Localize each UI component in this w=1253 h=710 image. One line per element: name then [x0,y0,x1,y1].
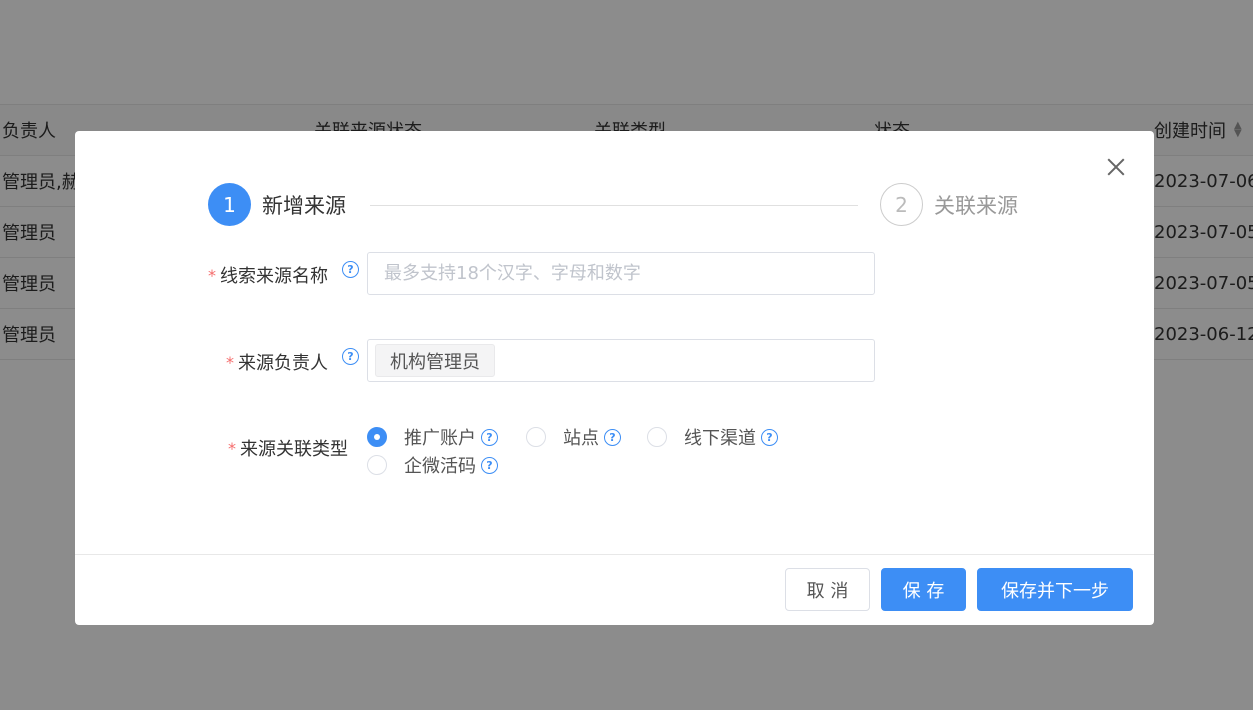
source-name-input[interactable] [368,253,874,294]
cancel-button[interactable]: 取 消 [785,568,870,611]
radio-offline-channel[interactable]: 线下渠道 ? [647,424,778,450]
link-type-label-text: 来源关联类型 [240,439,348,460]
step-2: 2 关联来源 [880,183,1018,226]
radio-button[interactable] [526,427,546,447]
question-circle-icon[interactable]: ? [604,428,621,446]
radio-label[interactable]: 线下渠道 [684,424,756,450]
radio-button[interactable] [367,427,387,447]
required-mark: * [226,352,234,372]
required-mark: * [228,438,236,458]
source-name-label-text: 线索来源名称 [220,266,328,287]
question-circle-icon[interactable]: ? [761,428,778,446]
question-circle-icon[interactable]: ? [342,348,359,365]
radio-label[interactable]: 企微活码 [404,452,476,478]
step-1-title: 新增来源 [262,193,346,218]
link-type-label: * 来源关联类型 [228,435,348,461]
question-circle-icon[interactable]: ? [342,261,359,278]
step-2-title: 关联来源 [934,193,1018,218]
page: 负责人 关联来源状态 关联类型 状态 创建时间 ▲▼ 管理员,赫 2023-07… [0,0,1253,710]
radio-button[interactable] [367,455,387,475]
save-button[interactable]: 保 存 [881,568,966,611]
radio-label[interactable]: 推广账户 [404,424,476,450]
dialog-footer-divider [75,554,1154,555]
question-circle-icon[interactable]: ? [481,456,498,474]
radio-site[interactable]: 站点 ? [526,424,621,450]
close-icon[interactable] [1106,157,1126,177]
add-source-dialog: 1 新增来源 2 关联来源 * 线索来源名称 ? * 来源负责人 ? 机构管理员… [75,131,1154,625]
step-1: 1 新增来源 [208,183,346,226]
radio-button[interactable] [647,427,667,447]
source-owner-label: * 来源负责人 [226,349,328,375]
step-1-number: 1 [208,183,251,226]
radio-wecom-code[interactable]: 企微活码 ? [367,452,498,478]
radio-label[interactable]: 站点 [563,424,599,450]
step-connector [370,205,858,206]
question-circle-icon[interactable]: ? [481,428,498,446]
required-mark: * [208,265,216,285]
source-name-label: * 线索来源名称 [208,262,328,288]
source-owner-label-text: 来源负责人 [238,353,328,374]
step-2-number: 2 [880,183,923,226]
owner-tag[interactable]: 机构管理员 [375,344,495,377]
radio-promotion-account[interactable]: 推广账户 ? [367,424,498,450]
save-next-button[interactable]: 保存并下一步 [977,568,1133,611]
source-name-field[interactable] [367,252,875,295]
source-owner-select[interactable]: 机构管理员 [367,339,875,382]
